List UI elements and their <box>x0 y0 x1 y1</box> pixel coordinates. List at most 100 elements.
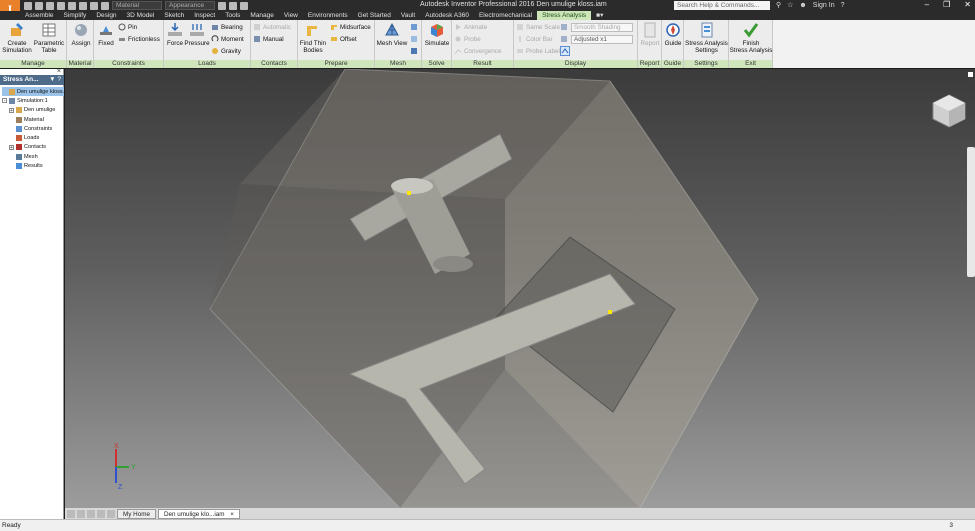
tab-close-icon[interactable]: × <box>230 511 234 518</box>
browser-item[interactable]: Den umulige kloss.iz <box>2 87 64 97</box>
browser-item[interactable]: Material <box>2 115 64 124</box>
tab-stress-analysis[interactable]: Stress Analysis <box>537 11 592 20</box>
same-scale-button[interactable]: Same Scale <box>516 23 560 31</box>
tab-view[interactable]: View <box>279 11 303 20</box>
parametric-table-button[interactable]: Parametric Table <box>33 22 65 54</box>
viewport-maximize-icon[interactable] <box>968 72 973 77</box>
convergence-settings-button[interactable] <box>410 47 418 55</box>
tab-electromechanical[interactable]: Electromechanical <box>474 11 537 20</box>
appearance-select[interactable]: Appearance <box>165 1 215 10</box>
probe-button[interactable]: Probe <box>454 35 481 43</box>
maximize-icon[interactable]: ❐ <box>943 0 950 9</box>
collapse-icon[interactable]: - <box>2 98 7 104</box>
browser-item[interactable]: Loads <box>2 133 64 142</box>
expand-icon[interactable]: + <box>9 107 14 113</box>
tile-vertical-icon[interactable] <box>77 509 85 518</box>
pressure-button[interactable]: Pressure <box>184 22 210 47</box>
tab-my-home[interactable]: My Home <box>117 508 156 519</box>
fixed-button[interactable]: Fixed <box>96 22 116 47</box>
local-mesh-button[interactable] <box>410 35 418 43</box>
offset-button[interactable]: Offset <box>330 35 357 43</box>
open-file-icon[interactable] <box>35 1 43 10</box>
save-icon[interactable] <box>46 1 54 10</box>
redo-icon[interactable] <box>68 1 76 10</box>
browser-item[interactable]: Constraints <box>2 124 64 133</box>
sign-in-button[interactable]: Sign In <box>813 2 835 9</box>
tab-manage[interactable]: Manage <box>245 11 279 20</box>
tab-assemble[interactable]: Assemble <box>20 11 59 20</box>
browser-item[interactable]: Mesh <box>2 152 64 161</box>
tab-get-started[interactable]: Get Started <box>353 11 396 20</box>
mesh-view-button[interactable]: Mesh View <box>376 22 408 47</box>
tab-sketch[interactable]: Sketch <box>159 11 189 20</box>
pin-button[interactable]: Pin <box>118 23 137 31</box>
deformation-icon-btn[interactable] <box>560 35 568 43</box>
report-button[interactable]: Report <box>639 22 661 47</box>
browser-close-icon[interactable]: × <box>57 68 61 75</box>
automatic-button[interactable]: Automatic <box>253 23 291 31</box>
arrange-icon[interactable] <box>97 509 105 518</box>
tab-tools[interactable]: Tools <box>220 11 245 20</box>
create-simulation-button[interactable]: Create Simulation <box>2 22 32 54</box>
frictionless-button[interactable]: Frictionless <box>118 35 160 43</box>
animate-button[interactable]: Animate <box>454 23 487 31</box>
tab-inspect[interactable]: Inspect <box>189 11 220 20</box>
search-input[interactable]: Search Help & Commands... <box>674 1 770 10</box>
viewcube[interactable] <box>929 91 969 131</box>
graphics-viewport[interactable]: X Y Z <box>65 69 975 508</box>
adjusted-scale-select[interactable]: Adjusted x1 <box>571 35 633 44</box>
clear-icon[interactable] <box>218 1 226 10</box>
customize-icon[interactable] <box>240 1 248 10</box>
camera-icon[interactable]: ■▾ <box>591 11 608 20</box>
tab-autodesk-a360[interactable]: Autodesk A360 <box>420 11 474 20</box>
tile-horizontal-icon[interactable] <box>67 509 75 518</box>
tab-document[interactable]: Den umulige klo...iam × <box>157 508 240 519</box>
new-file-icon[interactable] <box>24 1 32 10</box>
color-bar-button[interactable]: Color Bar <box>516 35 553 43</box>
close-icon[interactable]: ✕ <box>964 0 971 9</box>
material-select[interactable]: Material <box>112 1 162 10</box>
midsurface-button[interactable]: Midsurface <box>330 23 371 31</box>
browser-item[interactable]: + Den umulige <box>2 106 64 115</box>
moment-button[interactable]: Moment <box>211 35 244 43</box>
finish-stress-analysis-button[interactable]: Finish Stress Analysis <box>730 22 772 54</box>
guide-button[interactable]: Guide <box>663 22 683 47</box>
tab-3d-model[interactable]: 3D Model <box>122 11 160 20</box>
browser-item[interactable]: Results <box>2 161 64 170</box>
browser-item[interactable]: - Simulation:1 <box>2 96 64 105</box>
bearing-button[interactable]: Bearing <box>211 23 243 31</box>
gravity-button[interactable]: Gravity <box>211 47 241 55</box>
tab-design[interactable]: Design <box>91 11 121 20</box>
expand-icon[interactable]: + <box>9 144 14 150</box>
browser-menu-icon[interactable]: ▼ ? <box>49 75 61 85</box>
fx-icon[interactable] <box>229 1 237 10</box>
manual-button[interactable]: Manual <box>253 35 284 43</box>
tab-environments[interactable]: Environments <box>303 11 353 20</box>
documents-menu-icon[interactable] <box>107 509 115 518</box>
binoculars-icon[interactable]: ⚲ <box>776 1 781 9</box>
convergence-button[interactable]: Convergence <box>454 47 501 55</box>
assign-button[interactable]: Assign <box>70 22 92 47</box>
show-min-max-button[interactable] <box>560 46 570 56</box>
minimize-icon[interactable]: – <box>925 0 929 9</box>
navigation-bar[interactable] <box>967 147 975 277</box>
select-icon[interactable] <box>101 1 109 10</box>
tab-simplify[interactable]: Simplify <box>59 11 92 20</box>
user-icon[interactable]: ☻ <box>799 2 806 9</box>
probe-labels-button[interactable]: Probe Labels <box>516 47 563 55</box>
browser-header[interactable]: Stress An... ▼ ? <box>0 75 64 85</box>
tab-vault[interactable]: Vault <box>396 11 420 20</box>
force-button[interactable]: Force <box>165 22 185 47</box>
stress-analysis-settings-button[interactable]: Stress Analysis Settings <box>685 22 728 54</box>
browser-item[interactable]: + Contacts <box>2 143 64 152</box>
home-icon[interactable] <box>79 1 87 10</box>
update-icon[interactable] <box>90 1 98 10</box>
find-thin-bodies-button[interactable]: Find Thin Bodies <box>299 22 327 54</box>
shading-icon-btn[interactable] <box>560 23 568 31</box>
help-icon[interactable]: ? <box>841 2 845 9</box>
cascade-icon[interactable] <box>87 509 95 518</box>
undo-icon[interactable] <box>57 1 65 10</box>
smooth-shading-select[interactable]: Smooth Shading <box>571 23 633 32</box>
star-icon[interactable]: ☆ <box>787 1 793 9</box>
mesh-settings-button[interactable] <box>410 23 418 31</box>
